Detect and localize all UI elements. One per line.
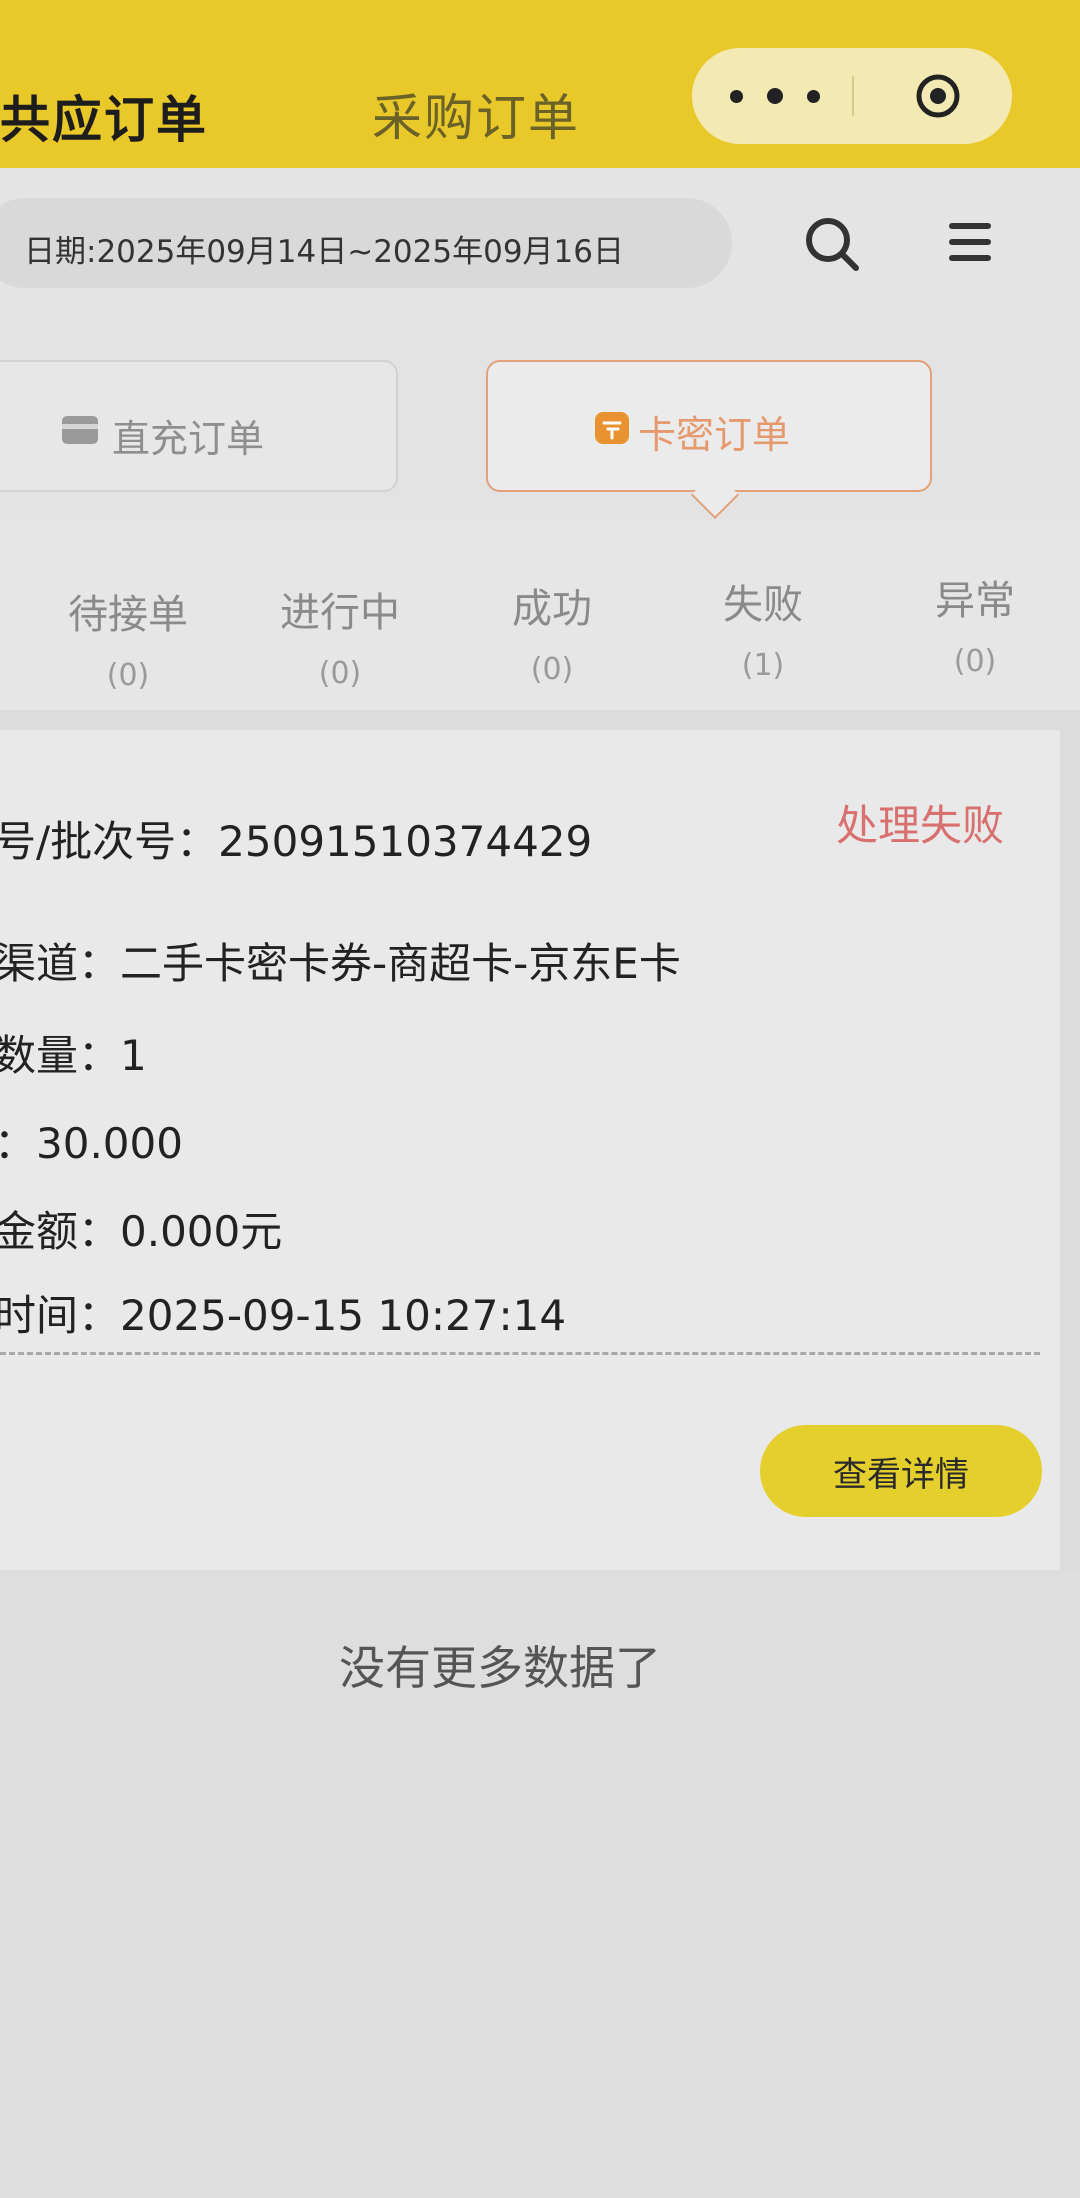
target-circle-icon[interactable] [914, 72, 962, 120]
status-tabs: 待接单 (0) 进行中 (0) 成功 (0) 失败 (1) 异常 (0) [0, 520, 1080, 710]
date-range-text: 日期:2025年09月14日~2025年09月16日 [24, 234, 624, 270]
divider [0, 1352, 1040, 1355]
tab-count: (0) [106, 658, 150, 693]
status-badge: 处理失败 [836, 801, 1005, 850]
tab-count: (0) [318, 656, 362, 691]
amount: 金额：0.000元 [0, 1207, 283, 1256]
tab-supply-orders[interactable]: 共应订单 [0, 80, 208, 152]
search-icon[interactable] [800, 212, 864, 276]
tab-count: (0) [530, 652, 574, 687]
tab-count: (1) [741, 648, 785, 683]
tab-pending[interactable]: 待接单 (0) [33, 582, 223, 693]
tab-success[interactable]: 成功 (0) [457, 576, 647, 687]
tab-abnormal[interactable]: 异常 (0) [880, 568, 1070, 679]
tab-in-progress[interactable]: 进行中 (0) [245, 580, 435, 691]
view-details-button[interactable]: 查看详情 [760, 1425, 1042, 1517]
card-secret-orders-button[interactable]: 卡密订单 [486, 360, 932, 492]
batch-number: 号/批次号：25091510374429 [0, 817, 593, 866]
voucher-icon [595, 412, 629, 444]
card-secret-label: 卡密订单 [638, 413, 791, 457]
tab-failed[interactable]: 失败 (1) [668, 572, 858, 683]
tab-label: 进行中 [280, 590, 400, 636]
direct-recharge-label: 直充订单 [112, 417, 265, 461]
order-type-switcher: 直充订单 卡密订单 [0, 330, 1080, 520]
tab-label: 待接单 [68, 592, 188, 638]
tab-purchase-orders[interactable]: 采购订单 [372, 78, 580, 150]
tab-label: 失败 [723, 582, 803, 628]
channel: 渠道：二手卡密卡券-商超卡-京东E卡 [0, 939, 681, 988]
no-more-data-text: 没有更多数据了 [339, 1641, 661, 1695]
card-icon [62, 416, 98, 444]
order-time: 时间：2025-09-15 10:27:14 [0, 1291, 567, 1340]
direct-recharge-orders-button[interactable]: 直充订单 [0, 360, 398, 492]
order-card: 号/批次号：25091510374429 处理失败 渠道：二手卡密卡券-商超卡-… [0, 730, 1060, 1570]
more-dots-icon[interactable] [730, 76, 820, 116]
mini-program-capsule [692, 48, 1012, 144]
filter-bar: 日期:2025年09月14日~2025年09月16日 [0, 168, 1080, 330]
unit-price: ：30.000 [0, 1119, 183, 1168]
capsule-divider [852, 76, 854, 116]
quantity: 数量：1 [0, 1031, 147, 1080]
top-header: 共应订单 采购订单 [0, 0, 1080, 168]
tab-label: 异常 [935, 578, 1015, 624]
tab-count: (0) [953, 644, 997, 679]
tab-label: 成功 [512, 586, 592, 632]
menu-icon[interactable] [940, 212, 1000, 272]
